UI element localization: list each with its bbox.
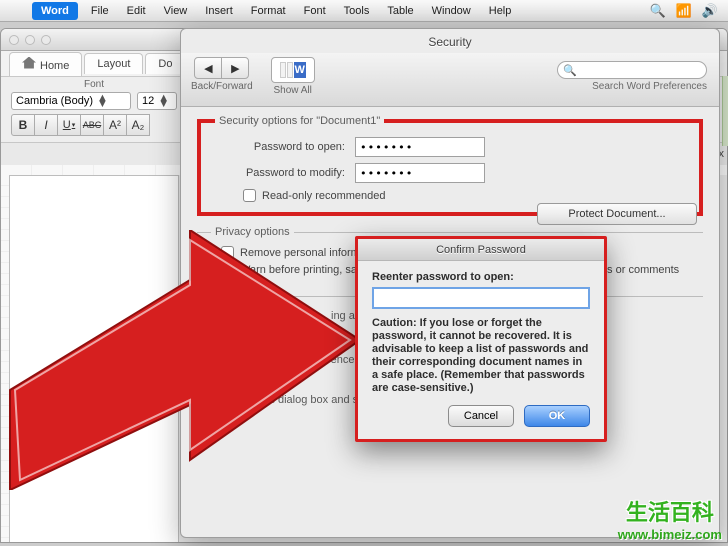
reenter-password-input[interactable] xyxy=(372,287,590,309)
warn-print-checkbox[interactable] xyxy=(221,263,234,276)
macos-menubar: Word File Edit View Insert Format Font T… xyxy=(0,0,728,22)
cancel-button[interactable]: Cancel xyxy=(448,405,514,427)
caution-text: Caution: If you lose or forget the passw… xyxy=(372,317,590,395)
menu-format[interactable]: Format xyxy=(242,5,295,17)
pw-open-label: Password to open: xyxy=(215,141,345,153)
menu-tools[interactable]: Tools xyxy=(335,5,379,17)
menu-font[interactable]: Font xyxy=(295,5,335,17)
superscript-button[interactable]: A² xyxy=(103,114,127,136)
sidebar-sliver xyxy=(722,76,728,146)
protect-document-button[interactable]: Protect Document... xyxy=(537,203,697,225)
confirm-password-dialog: Confirm Password Reenter password to ope… xyxy=(355,236,607,442)
menu-help[interactable]: Help xyxy=(480,5,521,17)
remove-personal-checkbox[interactable] xyxy=(221,246,234,259)
tab-layout[interactable]: Layout xyxy=(84,53,143,74)
subscript-button[interactable]: A₂ xyxy=(126,114,150,136)
prefs-search-label: Search Word Preferences xyxy=(592,81,707,92)
document-page[interactable] xyxy=(9,175,179,543)
show-all-button[interactable]: W xyxy=(271,57,315,83)
prefs-toolbar: ◀ ▶ Back/Forward W Show All 🔍 Search Wor… xyxy=(181,53,719,107)
watermark-text: 生活百科 xyxy=(618,495,722,527)
font-size-select[interactable]: 12▲▼ xyxy=(137,92,177,110)
back-button[interactable]: ◀ xyxy=(194,57,222,79)
remove-personal-label: Remove personal informat xyxy=(240,247,369,259)
menu-table[interactable]: Table xyxy=(378,5,422,17)
italic-button[interactable]: I xyxy=(34,114,58,136)
font-name-select[interactable]: Cambria (Body)▲▼ xyxy=(11,92,131,110)
ok-button[interactable]: OK xyxy=(524,405,590,427)
warn-print-label: Warn before printing, savi xyxy=(240,264,365,276)
vertical-ruler xyxy=(1,175,9,543)
sound-icon[interactable]: 🔊 xyxy=(702,3,718,19)
warn-print-tail: es or comments xyxy=(601,264,679,276)
prefs-search-input[interactable] xyxy=(557,61,707,79)
search-icon: 🔍 xyxy=(563,64,577,77)
wifi-icon[interactable]: 📶 xyxy=(676,3,692,19)
security-options-group: Security options for "Document1" Passwor… xyxy=(197,115,703,216)
read-only-checkbox[interactable] xyxy=(243,189,256,202)
menu-file[interactable]: File xyxy=(82,5,118,17)
macro-security-legend: Macro Security xyxy=(211,290,292,302)
menu-insert[interactable]: Insert xyxy=(196,5,242,17)
read-only-label: Read-only recommended xyxy=(262,190,386,202)
app-menu[interactable]: Word xyxy=(32,2,78,20)
confirm-titlebar: Confirm Password xyxy=(358,239,604,261)
forward-button[interactable]: ▶ xyxy=(221,57,249,79)
strike-button[interactable]: ABC xyxy=(80,114,104,136)
menu-window[interactable]: Window xyxy=(423,5,480,17)
home-icon xyxy=(22,57,36,69)
pw-open-input[interactable] xyxy=(355,137,485,157)
menu-edit[interactable]: Edit xyxy=(118,5,155,17)
back-forward-label: Back/Forward xyxy=(191,81,253,92)
tab-home[interactable]: Home xyxy=(9,52,82,76)
spotlight-icon[interactable]: 🔍 xyxy=(649,3,665,19)
pw-modify-label: Password to modify: xyxy=(215,167,345,179)
security-options-legend: Security options for "Document1" xyxy=(215,115,384,127)
show-all-label: Show All xyxy=(274,85,312,96)
underline-button[interactable]: U▾ xyxy=(57,114,81,136)
word-w-icon: W xyxy=(294,62,306,78)
menu-view[interactable]: View xyxy=(155,5,197,17)
pw-modify-input[interactable] xyxy=(355,163,485,183)
prefs-title: Security xyxy=(181,29,719,53)
bold-button[interactable]: B xyxy=(11,114,35,136)
privacy-options-legend: Privacy options xyxy=(211,226,294,238)
font-group-label: Font xyxy=(11,79,177,90)
watermark-badge: 生活百科 www.bimeiz.com xyxy=(618,495,722,542)
watermark-url: www.bimeiz.com xyxy=(618,527,722,542)
reenter-password-label: Reenter password to open: xyxy=(372,271,590,283)
